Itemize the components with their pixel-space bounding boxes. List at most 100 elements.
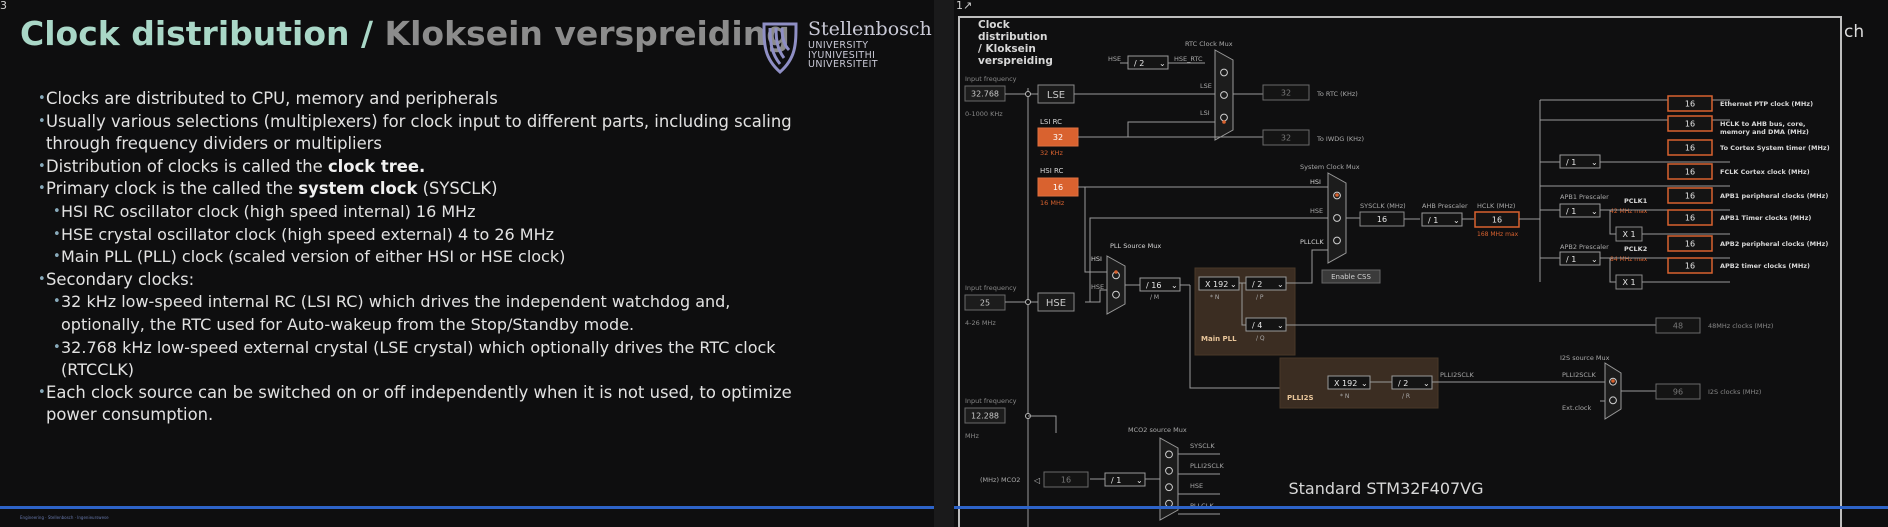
slide-corner-icon: 1↗: [956, 0, 973, 12]
clock-output-box-text: 16: [1685, 120, 1695, 129]
chevron-down-icon: ⌄: [1136, 476, 1143, 485]
pclk1-max-label: 42 MHz max: [1610, 208, 1648, 215]
bullet-text: Each clock source can be switched on or …: [46, 382, 792, 402]
rtc-output-box-text: 32: [1281, 89, 1291, 98]
bullet-text: Clocks are distributed to CPU, memory an…: [46, 89, 498, 108]
m-label: / M: [1150, 294, 1159, 301]
clock-output-label: APB2 peripheral clocks (MHz): [1720, 240, 1828, 248]
usb-48mhz-label: 48MHz clocks (MHz): [1708, 322, 1773, 330]
left-slide-pane: 3 Clock distribution / Kloksein versprei…: [0, 0, 934, 527]
hse-range-label: 4-26 MHz: [965, 319, 996, 327]
pclk2-max-label: 84 MHz max: [1610, 256, 1648, 263]
hsi-tag: HSI: [1310, 178, 1321, 186]
bullet-marker: •: [53, 339, 61, 355]
bullet-item: • 32 kHz low-speed internal RC (LSI RC) w…: [53, 291, 908, 314]
bullet-item: power consumption.: [38, 404, 908, 427]
clock-output-label: To Cortex System timer (MHz): [1720, 144, 1830, 152]
apb2-prescaler-select-text: / 1: [1566, 255, 1576, 264]
enable-css-label: Enable CSS: [1331, 273, 1371, 281]
bullet-marker: •: [38, 181, 46, 197]
bullet-item: • Secondary clocks:: [38, 269, 908, 292]
chevron-down-icon: ⌄: [1591, 158, 1598, 167]
plli2sclk-tag: PLLI2SCLK: [1562, 371, 1597, 379]
pll-p-divider-select-text: / 2: [1252, 280, 1262, 289]
hse-frequency-input-text: 25: [980, 299, 990, 308]
slide-footer-line: [0, 506, 934, 509]
clock-output-box-text: 16: [1685, 192, 1695, 201]
usb-48mhz-box-text: 48: [1673, 322, 1683, 331]
n-label: * N: [1340, 393, 1349, 400]
bullet-item: (RTCCLK): [53, 359, 908, 382]
clock-output-label: FCLK Cortex clock (MHz): [1720, 168, 1810, 176]
logo-name: Stellenbosch: [808, 18, 932, 40]
university-crest-icon: [762, 22, 798, 74]
bullet-text: Usually various selections (multiplexers…: [46, 111, 792, 131]
apb1-prescaler-label: APB1 Prescaler: [1560, 193, 1609, 201]
clock-tree-diagram: Clockdistribution/ Klokseinverspreiding I…: [964, 19, 1830, 527]
bullet-list: • Clocks are distributed to CPU, memory a…: [38, 88, 908, 427]
clock-output-label: APB2 timer clocks (MHz): [1720, 262, 1810, 270]
bullet-marker: •: [38, 271, 46, 287]
clock-output-label: Ethernet PTP clock (MHz): [1720, 100, 1813, 108]
apb1-timer-multiplier-text: X 1: [1622, 230, 1635, 239]
junction-icon: [1025, 299, 1031, 305]
r-label: / R: [1402, 393, 1410, 400]
hse-tag: HSE: [1310, 207, 1323, 215]
hsi-rc-box-text: 16: [1053, 183, 1063, 192]
bullet-marker: •: [38, 384, 46, 400]
input-frequency-label: Input frequency: [965, 397, 1017, 405]
diagram-header-line: verspreiding: [978, 55, 1053, 67]
mco2-divider-select-text: / 1: [1111, 476, 1121, 485]
bullet-text: 32 kHz low-speed internal RC (LSI RC) wh…: [61, 292, 731, 312]
mco2-input-label: PLLI2SCLK: [1190, 462, 1225, 470]
to-rtc-label: To RTC (KHz): [1316, 90, 1358, 98]
bullet-item: optionally, the RTC used for Auto-wakeup…: [53, 314, 908, 337]
mco2-output-label: (MHz) MCO2: [980, 476, 1020, 484]
plli2sclk-label: PLLI2SCLK: [1440, 371, 1475, 379]
bullet-text: system clock: [298, 179, 418, 199]
ext-clock-label: Ext.clock: [1562, 404, 1591, 412]
apb1-prescaler-select-text: / 1: [1566, 207, 1576, 216]
wire: [1085, 289, 1107, 303]
hsi-unit-label: 16 MHz: [1040, 199, 1065, 207]
system-clock-mux-label: System Clock Mux: [1300, 163, 1360, 171]
radio-selected-icon: [1222, 120, 1226, 124]
bullet-item: through frequency dividers or multiplier…: [38, 133, 908, 156]
hsi-label: HSI RC: [1040, 167, 1064, 175]
clock-output-box-text: 16: [1685, 214, 1695, 223]
chevron-down-icon: ⌄: [1171, 281, 1178, 290]
q-label: / Q: [1256, 335, 1265, 342]
lse-frequency-input-text: 32.768: [971, 90, 999, 99]
clock-output-label: memory and DMA (MHz): [1720, 128, 1809, 136]
clock-output-label: APB1 Timer clocks (MHz): [1720, 214, 1811, 222]
title-english: Clock distribution: [20, 14, 350, 53]
arrow-left-icon: ◁: [1033, 476, 1040, 485]
i2s-source-mux: [1604, 362, 1622, 420]
input-frequency-label: Input frequency: [965, 75, 1017, 83]
pll-source-mux: [1106, 255, 1126, 315]
bullet-marker: •: [53, 203, 61, 219]
apb2-timer-multiplier-text: X 1: [1622, 278, 1635, 287]
ahb-prescaler-select-text: / 1: [1428, 216, 1438, 225]
mco2-mux-label: MCO2 source Mux: [1128, 426, 1187, 434]
lse-oscillator-label: LSE: [1047, 90, 1065, 101]
i2s-output-box-text: 96: [1673, 388, 1683, 397]
rtc-mux-label: RTC Clock Mux: [1185, 40, 1233, 48]
pclk1-label: PCLK1: [1624, 197, 1648, 205]
title-separator: /: [349, 14, 385, 53]
plli2s-n-select-text: X 192: [1334, 379, 1357, 388]
hsi-tag: HSI: [1091, 255, 1102, 263]
mco2-input-label: HSE: [1190, 482, 1203, 490]
input-frequency-label: Input frequency: [965, 284, 1017, 292]
bullet-item: • Usually various selections (multiplexer…: [38, 111, 908, 134]
diagram-header-line: / Kloksein: [978, 43, 1036, 55]
bullet-text: optionally, the RTC used for Auto-wakeup…: [61, 314, 635, 334]
diagram-header-line: distribution: [978, 31, 1047, 43]
title-afrikaans: Kloksein verspreiding: [384, 14, 790, 53]
plli2s-r-select-text: / 2: [1398, 379, 1408, 388]
p-label: / P: [1256, 294, 1264, 301]
hclk-label: HCLK (MHz): [1477, 202, 1515, 210]
mco2-input-label: SYSCLK: [1190, 442, 1215, 450]
cropped-edge-text: ch: [1844, 22, 1865, 42]
apb2-prescaler-label: APB2 Prescaler: [1560, 243, 1609, 251]
